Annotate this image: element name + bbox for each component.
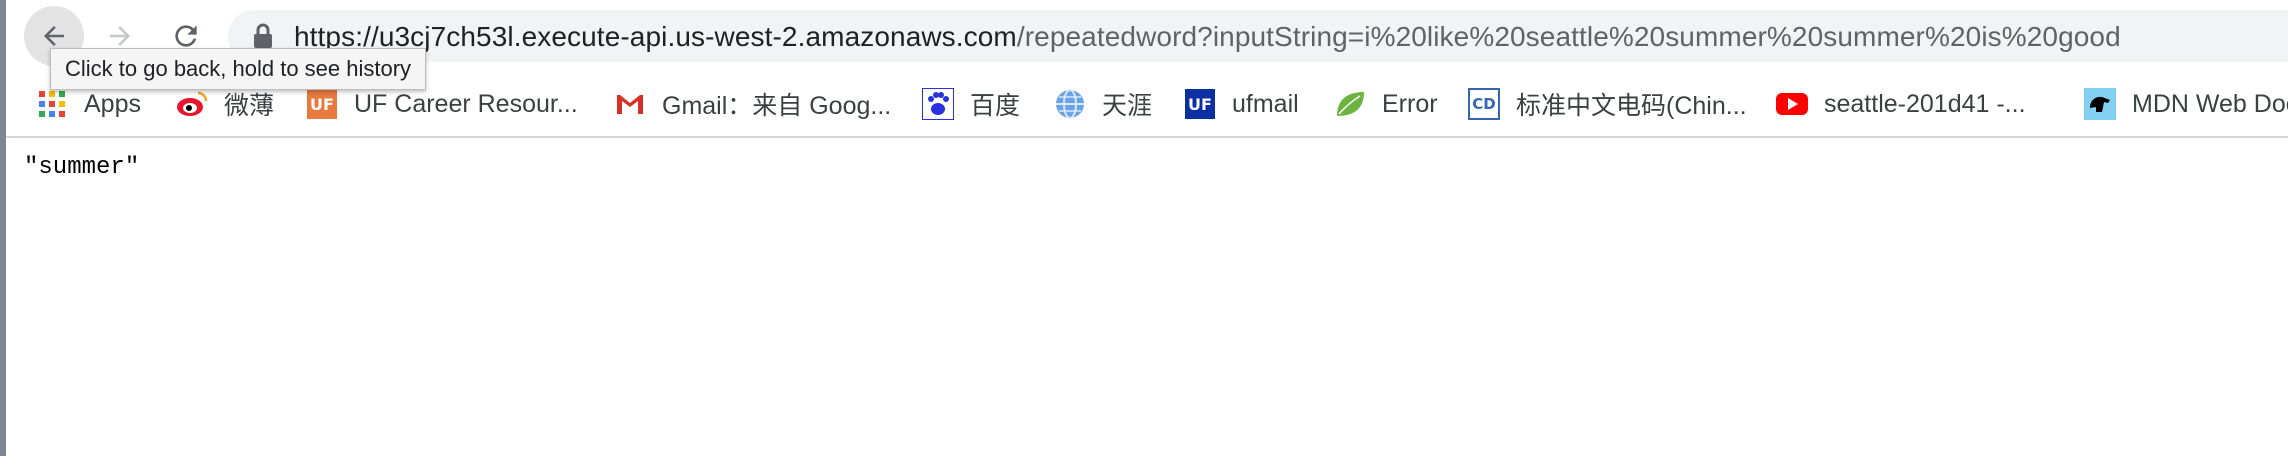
url-text[interactable]: https://u3cj7ch53l.execute-api.us-west-2… xyxy=(294,21,2121,53)
back-button-tooltip: Click to go back, hold to see history xyxy=(50,48,427,90)
bookmark-uf-career[interactable]: UF UF Career Resour... xyxy=(306,86,578,122)
browser-window: https://u3cj7ch53l.execute-api.us-west-2… xyxy=(0,0,2288,456)
bookmark-label: 微薄 xyxy=(224,92,275,120)
bookmark-tianya[interactable]: 天涯 xyxy=(1054,86,1152,122)
uf-career-icon: UF xyxy=(306,88,338,120)
bookmark-label: 百度 xyxy=(970,92,1021,120)
weibo-icon xyxy=(176,88,208,120)
bookmark-gmail[interactable]: Gmail：来自 Goog... xyxy=(614,86,891,122)
youtube-icon xyxy=(1776,88,1808,120)
gmail-icon xyxy=(614,88,646,120)
bookmark-baidu[interactable]: 百度 xyxy=(922,86,1020,122)
apps-grid-icon xyxy=(36,88,68,120)
url-path: /repeatedword?inputString=i%20like%20sea… xyxy=(1016,21,2121,52)
bookmark-error[interactable]: Error xyxy=(1334,86,1438,122)
bookmark-weibo[interactable]: 微薄 xyxy=(176,86,274,122)
cd-icon: CD xyxy=(1468,88,1500,120)
bookmark-label: ufmail xyxy=(1232,89,1299,118)
bookmark-chinese-telegraph-code[interactable]: CD 标准中文电码(Chin... xyxy=(1468,86,1747,122)
bookmark-apps[interactable]: Apps xyxy=(36,86,141,122)
api-response-text: "summer" xyxy=(24,154,140,181)
arrow-left-icon xyxy=(44,26,64,46)
mdn-dino-icon xyxy=(2084,88,2116,120)
bookmark-ufmail[interactable]: UF ufmail xyxy=(1184,86,1299,122)
address-bar[interactable]: https://u3cj7ch53l.execute-api.us-west-2… xyxy=(228,10,2288,62)
bookmark-label: seattle-201d41 -... xyxy=(1824,89,2026,118)
bookmark-youtube[interactable]: seattle-201d41 -... xyxy=(1776,86,2026,122)
baidu-paw-icon xyxy=(922,88,954,120)
bookmark-label: MDN Web Docs xyxy=(2132,89,2288,118)
bookmark-label: Apps xyxy=(84,89,141,118)
bookmark-label: 标准中文电码(Chin... xyxy=(1516,92,1747,120)
globe-icon xyxy=(1054,88,1086,120)
bookmark-mdn[interactable]: MDN Web Docs xyxy=(2084,86,2288,122)
bookmark-label: UF Career Resour... xyxy=(354,89,578,118)
arrow-right-icon xyxy=(110,26,130,46)
bookmark-label: Gmail：来自 Goog... xyxy=(662,92,892,120)
uf-icon: UF xyxy=(1184,88,1216,120)
bookmark-label: Error xyxy=(1382,89,1438,118)
bookmark-label: 天涯 xyxy=(1102,92,1153,120)
lock-icon xyxy=(254,23,272,48)
leaf-icon xyxy=(1334,88,1366,120)
